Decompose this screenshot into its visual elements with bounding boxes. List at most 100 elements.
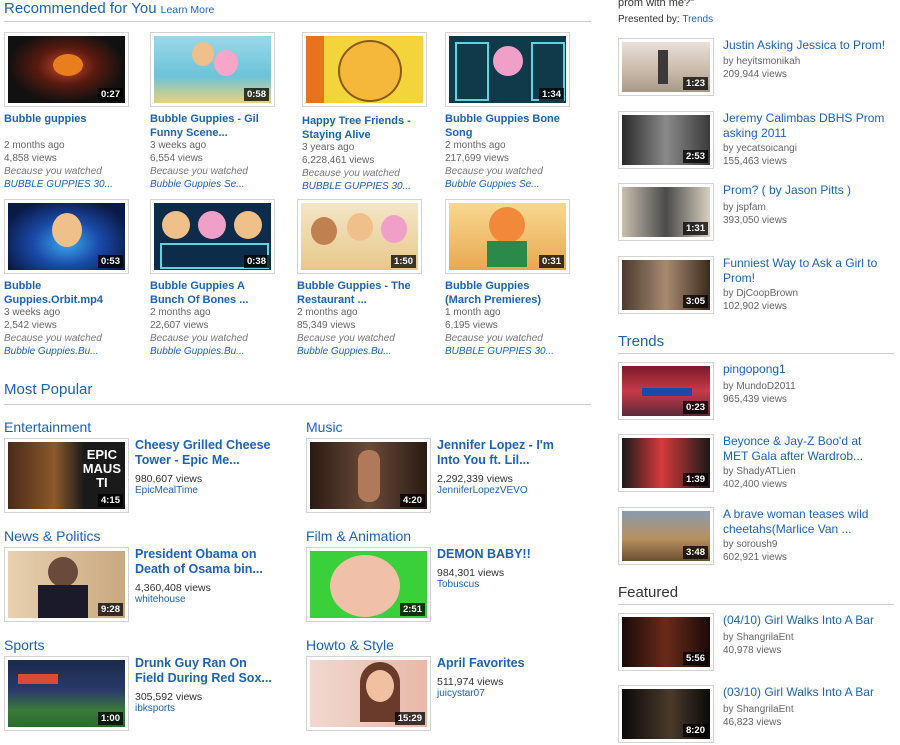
- category-entertainment[interactable]: Entertainment: [4, 419, 91, 435]
- duration-badge: 1:34: [538, 88, 564, 101]
- video-thumbnail[interactable]: 0:27: [4, 32, 129, 107]
- category-howto-style[interactable]: Howto & Style: [306, 637, 394, 653]
- source-link[interactable]: Bubble Guppies.Bu...: [297, 345, 395, 358]
- sidebar-video-thumbnail[interactable]: 1:23: [618, 38, 714, 96]
- character-head: [234, 211, 262, 239]
- sidebar-video-thumbnail[interactable]: 3:48: [618, 507, 714, 565]
- person-body: [38, 585, 88, 618]
- video-thumbnail[interactable]: 0:31: [445, 199, 570, 274]
- video-meta: 2 months ago 4,858 views Because you wat…: [4, 140, 113, 191]
- sidebar-video-title[interactable]: Justin Asking Jessica to Prom!: [723, 38, 885, 53]
- video-title-link[interactable]: Bubble Guppies - The Restaurant ...: [297, 279, 411, 307]
- character-head: [347, 213, 373, 241]
- sidebar-video-meta: by jspfam 393,050 views: [723, 202, 787, 226]
- duration-badge: 2:53: [682, 150, 708, 163]
- sidebar-top-text: prom with me?": [618, 0, 695, 9]
- source-link[interactable]: BUBBLE GUPPIES 30...: [302, 180, 411, 193]
- video-title-link[interactable]: Bubble Guppies.Orbit.mp4: [4, 279, 103, 307]
- presented-by-link[interactable]: Trends: [682, 14, 713, 25]
- sidebar-video-thumbnail[interactable]: 8:20: [618, 685, 714, 743]
- sidebar-video-title[interactable]: Prom? ( by Jason Pitts ): [723, 183, 851, 198]
- sidebar-video-meta: by yecatsoicangi 155,463 views: [723, 143, 797, 167]
- video-thumbnail[interactable]: 15:29: [306, 656, 431, 731]
- popular-video-title[interactable]: President Obama on Death of Osama bin...: [135, 547, 263, 577]
- trends-title[interactable]: Trends: [618, 333, 664, 350]
- sidebar-video-meta: by ShangrilaEnt 46,823 views: [723, 704, 794, 728]
- popular-video-title[interactable]: Jennifer Lopez - I'm Into You ft. Lil...: [437, 438, 554, 468]
- duration-badge: 1:31: [682, 222, 708, 235]
- video-thumbnail[interactable]: 0:53: [4, 199, 129, 274]
- popular-video-meta: 984,301 views Tobuscus: [437, 567, 505, 591]
- uploader-link[interactable]: ibksports: [135, 703, 202, 715]
- sidebar-video-title[interactable]: Funniest Way to Ask a Girl to Prom!: [723, 256, 877, 286]
- duration-badge: 3:48: [682, 546, 708, 559]
- source-link[interactable]: Bubble Guppies.Bu...: [150, 345, 248, 358]
- video-thumbnail[interactable]: 2:51: [306, 547, 431, 622]
- sidebar-video-thumbnail[interactable]: 2:53: [618, 111, 714, 169]
- source-link[interactable]: Bubble Guppies Se...: [150, 178, 248, 191]
- uploader-link[interactable]: JenniferLopezVEVO: [437, 485, 528, 497]
- duration-badge: 5:56: [682, 652, 708, 665]
- learn-more-link[interactable]: Learn More: [161, 4, 215, 16]
- category-sports[interactable]: Sports: [4, 637, 44, 653]
- sidebar-video-title[interactable]: (03/10) Girl Walks Into A Bar: [723, 685, 874, 700]
- video-thumbnail[interactable]: 0:58: [150, 32, 275, 107]
- recommended-title: Recommended for You: [4, 0, 157, 17]
- duration-badge: 0:53: [97, 255, 123, 268]
- sidebar-video-thumbnail[interactable]: 0:23: [618, 362, 714, 420]
- character-head: [381, 215, 407, 243]
- video-thumbnail[interactable]: 1:34: [445, 32, 570, 107]
- video-thumbnail[interactable]: [302, 32, 427, 107]
- source-link[interactable]: BUBBLE GUPPIES 30...: [445, 345, 554, 358]
- video-title-link[interactable]: Bubble Guppies - Gil Funny Scene...: [150, 112, 259, 140]
- sidebar-video-title[interactable]: Jeremy Calimbas DBHS Prom asking 2011: [723, 111, 884, 141]
- video-title-link[interactable]: Bubble Guppies Bone Song: [445, 112, 560, 140]
- uploader-link[interactable]: Tobuscus: [437, 579, 504, 591]
- character-body: [487, 241, 527, 267]
- sidebar-video-thumbnail[interactable]: 3:05: [618, 256, 714, 314]
- duration-badge: 0:38: [243, 255, 269, 268]
- sidebar-video-thumbnail[interactable]: 5:56: [618, 613, 714, 671]
- scoreboard: [18, 674, 58, 684]
- video-title-link[interactable]: Bubble Guppies A Bunch Of Bones ...: [150, 279, 248, 307]
- category-film-animation[interactable]: Film & Animation: [306, 528, 411, 544]
- uploader-link[interactable]: EpicMealTime: [135, 485, 202, 497]
- category-news-politics[interactable]: News & Politics: [4, 528, 100, 544]
- video-meta: 1 month ago 6,195 views Because you watc…: [445, 307, 554, 358]
- popular-video-title[interactable]: April Favorites: [437, 656, 525, 671]
- uploader-link[interactable]: whitehouse: [135, 594, 211, 606]
- video-title-link[interactable]: Bubble Guppies (March Premieres): [445, 279, 541, 307]
- source-link[interactable]: Bubble Guppies Se...: [445, 178, 543, 191]
- section-divider: [4, 404, 591, 405]
- video-title-link[interactable]: Happy Tree Friends - Staying Alive: [302, 114, 411, 142]
- sidebar-video-title[interactable]: pingopong1: [723, 362, 786, 377]
- sidebar-video-title[interactable]: (04/10) Girl Walks Into A Bar: [723, 613, 874, 628]
- video-thumbnail[interactable]: 1:50: [297, 199, 422, 274]
- sidebar-video-title[interactable]: A brave woman teases wild cheetahs(Marlic…: [723, 507, 868, 537]
- popular-video-title[interactable]: Drunk Guy Ran On Field During Red Sox...: [135, 656, 272, 686]
- uploader-link[interactable]: juicystar07: [437, 688, 503, 700]
- person-face: [366, 670, 394, 702]
- video-meta: 2 months ago 217,699 views Because you w…: [445, 140, 543, 191]
- video-thumbnail[interactable]: 0:38: [150, 199, 275, 274]
- video-title-link[interactable]: Bubble guppies: [4, 112, 87, 126]
- category-music[interactable]: Music: [306, 419, 343, 435]
- popular-video-title[interactable]: DEMON BABY!!: [437, 547, 531, 562]
- video-meta: 2 months ago 22,607 views Because you wa…: [150, 307, 248, 358]
- popular-video-meta: 4,360,408 views whitehouse: [135, 582, 211, 606]
- duration-badge: 4:15: [97, 494, 123, 507]
- source-link[interactable]: Bubble Guppies.Bu...: [4, 345, 102, 358]
- popular-video-title[interactable]: Cheesy Grilled Cheese Tower - Epic Me...: [135, 438, 270, 468]
- source-link[interactable]: BUBBLE GUPPIES 30...: [4, 178, 113, 191]
- character-head: [52, 213, 82, 247]
- sidebar-video-thumbnail[interactable]: 1:31: [618, 183, 714, 241]
- video-thumbnail[interactable]: 1:00: [4, 656, 129, 731]
- sidebar-video-title[interactable]: Beyonce & Jay-Z Boo'd at MET Gala after W…: [723, 434, 863, 464]
- duration-badge: 15:29: [394, 712, 425, 725]
- sidebar-video-thumbnail[interactable]: 1:39: [618, 434, 714, 492]
- video-thumbnail[interactable]: EPIC MAUS TI 4:15: [4, 438, 129, 513]
- video-thumbnail[interactable]: 9:28: [4, 547, 129, 622]
- sidebar-video-meta: by ShangrilaEnt 40,978 views: [723, 632, 794, 656]
- video-thumbnail[interactable]: 4:20: [306, 438, 431, 513]
- ping-pong-table: [642, 388, 692, 396]
